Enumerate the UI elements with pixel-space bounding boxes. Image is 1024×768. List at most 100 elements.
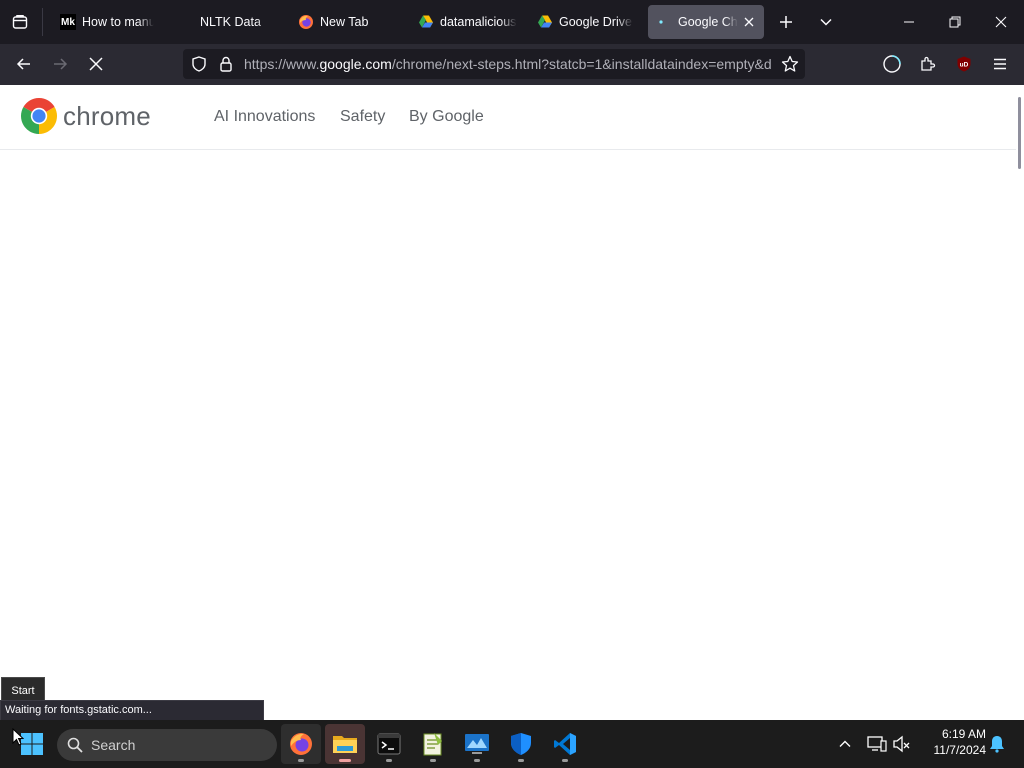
back-button[interactable] [9,49,39,79]
nav-by-google[interactable]: By Google [409,108,484,126]
forward-button[interactable] [45,49,75,79]
taskbar-remote-desktop[interactable] [457,724,497,764]
list-all-tabs-button[interactable] [810,6,842,38]
close-icon [995,16,1007,28]
url-prefix: https://www. [244,56,320,72]
web-page: chrome AI Innovations Safety By Google [0,85,1024,720]
vscode-icon [554,733,576,755]
firefox-view-icon [12,15,28,29]
taskbar-terminal[interactable] [369,724,409,764]
taskbar-file-explorer[interactable] [325,724,365,764]
account-sync-icon [883,55,901,73]
hamburger-menu-icon [994,58,1006,70]
tab-title: New Tab [320,15,369,29]
remote-desktop-icon [465,734,489,754]
taskbar-search-box[interactable]: Search [57,729,277,761]
stop-button[interactable] [81,49,111,79]
close-tab-icon[interactable] [742,15,756,29]
tab-google-chrome[interactable]: Google Chr [648,5,764,39]
status-panel: Waiting for fonts.gstatic.com... [0,700,264,721]
search-icon [67,737,83,753]
clock-date: 11/7/2024 [933,743,987,757]
running-indicator [430,759,436,762]
lock-icon[interactable] [219,56,233,77]
chevron-down-icon [820,18,832,26]
system-clock[interactable]: 6:19 AM 11/7/2024 [920,726,987,758]
firefox-account-button[interactable] [877,49,907,79]
running-indicator [386,759,392,762]
minimize-icon [904,21,914,23]
clock-time: 6:19 AM [941,727,986,741]
running-indicator [298,759,304,762]
firefox-icon [290,733,312,755]
tab-how-to-manu[interactable]: Mk How to manu [52,5,162,39]
taskbar-firefox[interactable] [281,724,321,764]
taskbar-windows-security[interactable] [501,724,541,764]
bookmark-star-icon[interactable] [781,55,799,78]
puzzle-piece-icon [921,56,936,71]
tab-title: NLTK Data [200,15,261,29]
search-placeholder: Search [91,737,136,753]
tab-title: Google Chr [678,15,738,29]
running-indicator [339,759,351,762]
taskbar-notepad-plus-plus[interactable] [413,724,453,764]
nav-safety[interactable]: Safety [340,108,385,126]
ublock-origin-button[interactable]: uD [949,49,979,79]
notifications-button[interactable] [985,732,1009,756]
tab-title: Google Drive [559,15,632,29]
taskbar: Search 6:19 AM 11/7/2024 [0,720,1024,768]
network-button[interactable] [865,732,889,756]
restore-button[interactable] [932,0,978,44]
tab-title: datamalicious [440,15,517,29]
tab-divider [42,8,43,36]
close-window-button[interactable] [978,0,1024,44]
terminal-icon [377,733,401,755]
firefox-icon [298,14,314,30]
google-drive-icon [418,14,434,30]
url-domain: google.com [319,56,392,72]
forward-arrow-icon [54,58,68,70]
windows-security-shield-icon [511,733,531,755]
back-arrow-icon [16,58,30,70]
url-text[interactable]: https://www.google.com/chrome/next-steps… [244,56,771,72]
tab-title: How to manu [82,15,154,29]
chevron-up-icon [839,740,851,747]
taskbar-vscode[interactable] [545,724,585,764]
nav-ai-innovations[interactable]: AI Innovations [214,108,315,126]
volume-button[interactable] [890,732,914,756]
minimize-button[interactable] [886,0,932,44]
running-indicator [518,759,524,762]
volume-muted-icon [893,735,910,753]
tab-datamalicious[interactable]: datamalicious [410,5,525,39]
tab-nltk-data[interactable]: NLTK Data [170,5,280,39]
page-scrollbar[interactable] [1016,85,1024,720]
tab-new-tab[interactable]: New Tab [290,5,405,39]
screen: Mk How to manu NLTK Data New Tab datamal… [0,0,1024,768]
running-indicator [474,759,480,762]
extensions-button[interactable] [913,49,943,79]
site-header: chrome AI Innovations Safety By Google [0,85,1016,150]
ublock-origin-icon: uD [957,56,971,72]
plus-icon [780,16,792,28]
show-hidden-icons-button[interactable] [833,732,857,756]
chrome-logo-icon[interactable] [21,98,57,134]
new-tab-button[interactable] [770,6,802,38]
url-path: /chrome/next-steps.html?statcb=1&install… [391,56,771,72]
google-drive-icon [537,14,553,30]
stop-icon [89,57,103,71]
firefox-view-button[interactable] [4,6,36,38]
running-indicator [562,759,568,762]
app-menu-button[interactable] [985,49,1015,79]
blank-favicon-icon [178,14,194,30]
tab-strip: Mk How to manu NLTK Data New Tab datamal… [0,0,1024,44]
address-bar[interactable]: https://www.google.com/chrome/next-steps… [183,49,805,79]
navigation-toolbar: https://www.google.com/chrome/next-steps… [0,44,1024,85]
tab-google-drive[interactable]: Google Drive [529,5,641,39]
scrollbar-thumb[interactable] [1018,97,1021,169]
notepad-plus-plus-icon [423,733,442,756]
mk-logo-icon: Mk [60,14,76,30]
tracking-protection-shield-icon[interactable] [191,56,207,77]
restore-icon [949,16,961,28]
folder-icon [333,736,357,753]
chrome-wordmark[interactable]: chrome [63,101,151,132]
